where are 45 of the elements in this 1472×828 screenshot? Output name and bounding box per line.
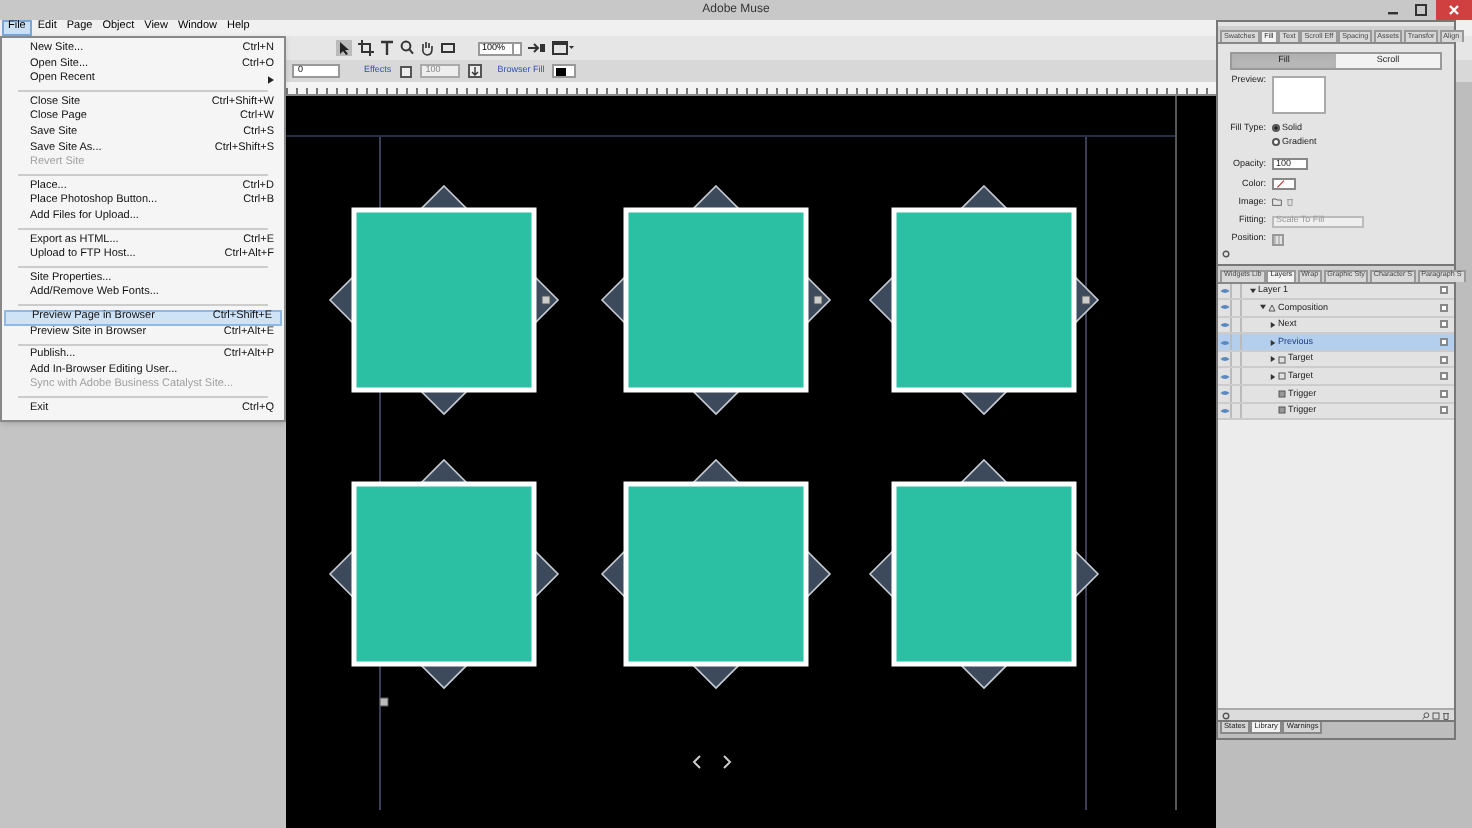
- handle-icon[interactable]: [541, 295, 551, 305]
- lock-checkbox[interactable]: [1440, 372, 1448, 381]
- lock-checkbox[interactable]: [1440, 389, 1448, 398]
- slide-tile[interactable]: [623, 481, 809, 667]
- slide-tile[interactable]: [891, 481, 1077, 667]
- preview-swatch: [1272, 76, 1326, 114]
- radio-button[interactable]: [1272, 124, 1280, 133]
- collapse-arrow-icon[interactable]: [1250, 287, 1256, 294]
- zoom-tool-icon[interactable]: [400, 40, 414, 56]
- gear-icon[interactable]: [1222, 249, 1230, 257]
- lock-checkbox[interactable]: [1440, 338, 1448, 347]
- gear-icon[interactable]: [1222, 711, 1230, 719]
- color-swatch[interactable]: [552, 64, 577, 78]
- selection-tool-icon[interactable]: [336, 40, 352, 56]
- rectangle-tool-icon[interactable]: [440, 40, 456, 56]
- lock-checkbox[interactable]: [1440, 406, 1448, 415]
- handle-icon[interactable]: [379, 697, 389, 707]
- slide-tile[interactable]: [351, 481, 537, 667]
- search-icon[interactable]: [1422, 711, 1430, 719]
- new-layer-icon[interactable]: [1432, 711, 1440, 719]
- handle-icon[interactable]: [1081, 295, 1091, 305]
- slide-tile[interactable]: [623, 207, 809, 393]
- lock-checkbox[interactable]: [1440, 286, 1448, 295]
- close-icon[interactable]: [1436, 0, 1472, 20]
- trash-icon[interactable]: [1442, 711, 1450, 719]
- crop-tool-icon[interactable]: [358, 40, 374, 56]
- slide-tile[interactable]: [351, 207, 537, 393]
- lock-checkbox[interactable]: [1440, 355, 1448, 364]
- lock-checkbox[interactable]: [1440, 303, 1448, 312]
- expand-arrow-icon[interactable]: [1270, 373, 1276, 380]
- expand-arrow-icon[interactable]: [1270, 356, 1276, 363]
- radio-button[interactable]: [1272, 137, 1280, 146]
- folder-icon[interactable]: [1272, 198, 1282, 207]
- collapse-arrow-icon[interactable]: [1260, 304, 1266, 311]
- expand-arrow-icon[interactable]: [1270, 339, 1276, 346]
- text-tool-icon[interactable]: [380, 40, 394, 56]
- slide-tile[interactable]: [891, 207, 1077, 393]
- hand-tool-icon[interactable]: [420, 40, 434, 56]
- lock-checkbox[interactable]: [1440, 320, 1448, 329]
- expand-arrow-icon[interactable]: [1270, 321, 1276, 328]
- composition-icon: [1268, 303, 1276, 312]
- handle-icon[interactable]: [813, 295, 823, 305]
- arrow-icon[interactable]: [528, 40, 546, 56]
- color-picker[interactable]: [1272, 178, 1296, 190]
- screen-mode-icon[interactable]: [552, 40, 574, 56]
